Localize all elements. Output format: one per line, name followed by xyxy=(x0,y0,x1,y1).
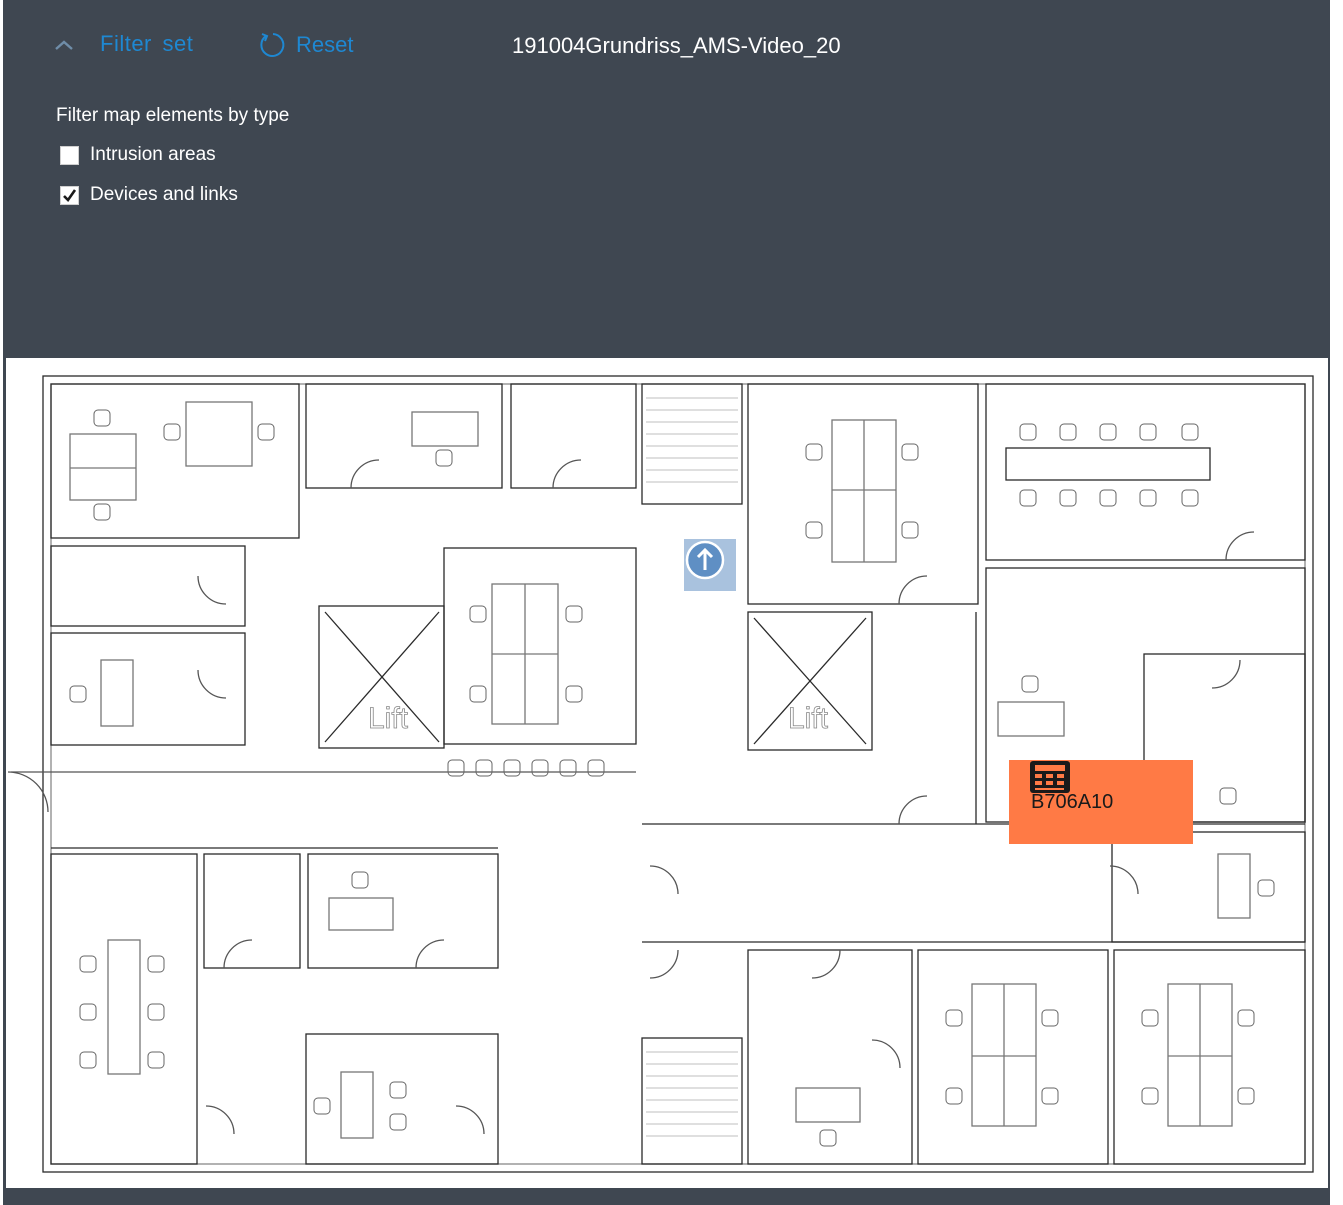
panel-bottom-strip xyxy=(6,1188,1333,1205)
lift-label: Lift xyxy=(788,702,829,735)
door xyxy=(1225,531,1255,561)
room xyxy=(50,545,246,627)
window-edge xyxy=(1330,0,1343,1205)
devices-and-links-label: Devices and links xyxy=(90,184,238,205)
floor-plan-map[interactable]: Lift Lift B706A10 xyxy=(6,358,1328,1188)
intrusion-panel-icon xyxy=(1030,761,1070,793)
reset-label: Reset xyxy=(296,32,354,57)
room xyxy=(443,547,637,745)
door xyxy=(205,1105,235,1135)
room xyxy=(747,949,913,1165)
map-title: 191004Grundriss_AMS-Video_20 xyxy=(512,33,841,58)
room xyxy=(1113,949,1306,1165)
room xyxy=(1111,831,1306,943)
meeting-room xyxy=(985,383,1306,561)
filter-set-label[interactable]: Filter set xyxy=(100,31,193,57)
room xyxy=(50,383,300,539)
lift-label: Lift xyxy=(368,702,409,735)
door xyxy=(415,939,445,969)
desk xyxy=(997,701,1065,737)
room xyxy=(747,383,979,605)
collapse-filter-button[interactable] xyxy=(53,30,83,60)
room xyxy=(305,383,503,489)
desk xyxy=(340,1071,374,1139)
devices-and-links-checkbox[interactable] xyxy=(60,185,79,205)
door xyxy=(552,459,582,489)
desk xyxy=(107,939,141,1075)
room xyxy=(510,383,637,489)
door xyxy=(7,771,49,813)
chevron-up-icon xyxy=(55,40,73,50)
door xyxy=(1109,865,1139,895)
checkmark-icon xyxy=(63,188,77,202)
device-b706a10[interactable]: B706A10 xyxy=(1009,760,1193,844)
door xyxy=(350,459,380,489)
room xyxy=(917,949,1109,1165)
door xyxy=(898,575,928,605)
reset-button[interactable]: Reset xyxy=(258,30,353,60)
conference-table xyxy=(1005,447,1211,481)
room xyxy=(50,632,246,746)
door xyxy=(811,949,841,979)
door xyxy=(898,795,928,825)
door xyxy=(871,1039,901,1069)
door xyxy=(197,575,227,605)
desk xyxy=(411,411,479,447)
door xyxy=(649,949,679,979)
desk xyxy=(100,659,134,727)
desk xyxy=(1217,853,1251,919)
intrusion-areas-checkbox[interactable] xyxy=(60,145,79,165)
door xyxy=(455,1105,485,1135)
desk xyxy=(69,433,137,501)
door xyxy=(649,865,679,895)
stairs xyxy=(641,1037,743,1165)
filter-heading: Filter map elements by type xyxy=(56,105,290,126)
door xyxy=(197,669,227,699)
arrow-up-circle-icon xyxy=(685,540,725,580)
room xyxy=(307,853,499,969)
intrusion-areas-label: Intrusion areas xyxy=(90,144,216,165)
room xyxy=(203,853,301,969)
desk xyxy=(328,897,394,931)
desk xyxy=(795,1087,861,1123)
room xyxy=(305,1033,499,1165)
door xyxy=(1211,659,1241,689)
stairs xyxy=(641,383,743,505)
desk xyxy=(185,401,253,467)
intrusion-areas-option[interactable]: Intrusion areas xyxy=(60,144,216,166)
navigate-up-button[interactable] xyxy=(684,539,736,591)
devices-and-links-option[interactable]: Devices and links xyxy=(60,184,238,206)
reset-icon xyxy=(260,33,285,57)
room xyxy=(50,853,198,1165)
door xyxy=(223,939,253,969)
